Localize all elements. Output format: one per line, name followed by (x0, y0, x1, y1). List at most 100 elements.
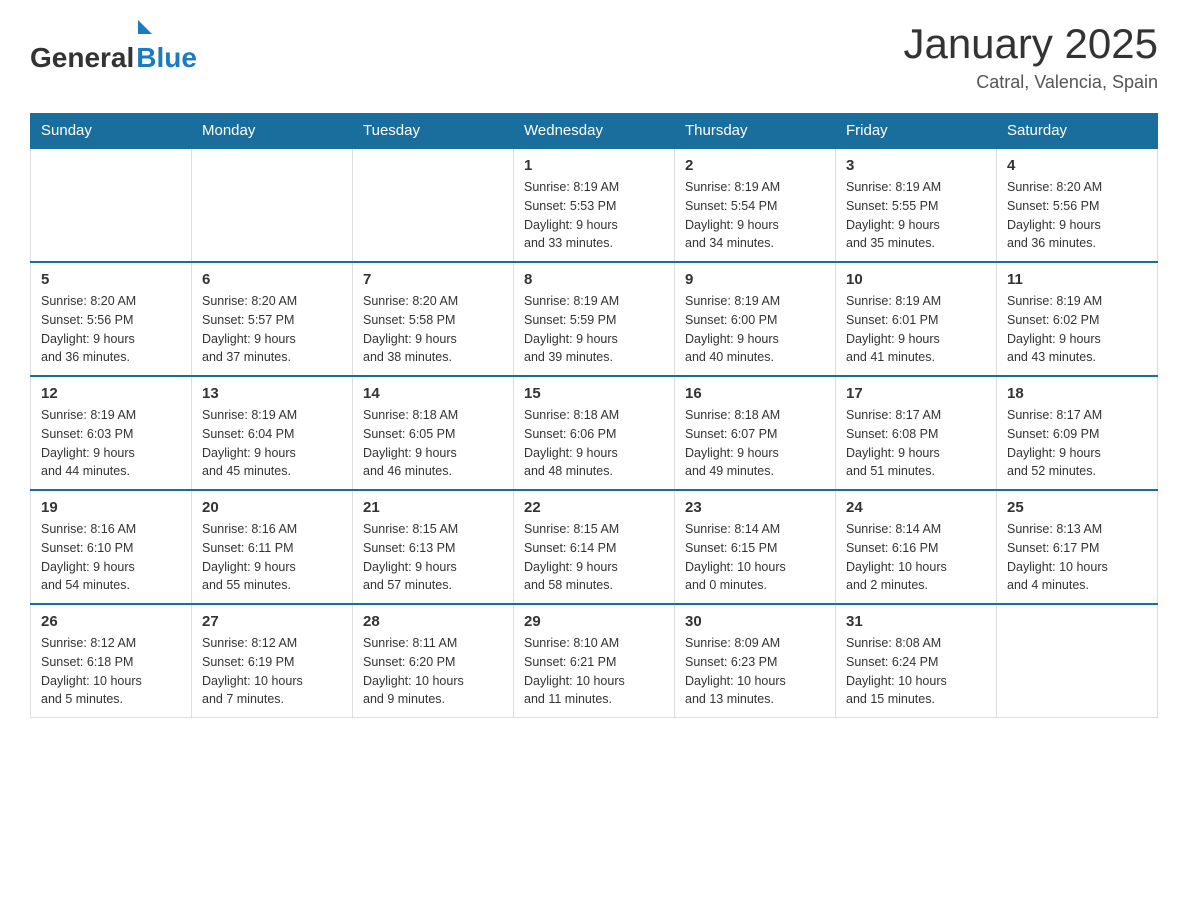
calendar-cell: 25Sunrise: 8:13 AM Sunset: 6:17 PM Dayli… (997, 490, 1158, 604)
day-info: Sunrise: 8:08 AM Sunset: 6:24 PM Dayligh… (846, 634, 986, 709)
day-info: Sunrise: 8:19 AM Sunset: 6:02 PM Dayligh… (1007, 292, 1147, 367)
day-info: Sunrise: 8:12 AM Sunset: 6:19 PM Dayligh… (202, 634, 342, 709)
calendar-cell: 1 Sunrise: 8:19 AM Sunset: 5:53 PM Daylig… (514, 148, 675, 262)
calendar-cell: 17Sunrise: 8:17 AM Sunset: 6:08 PM Dayli… (836, 376, 997, 490)
calendar-cell: 11 Sunrise: 8:19 AM Sunset: 6:02 PM Dayli… (997, 262, 1158, 376)
day-info: Sunrise: 8:18 AM Sunset: 6:06 PM Dayligh… (524, 406, 664, 481)
calendar-cell: 24 Sunrise: 8:14 AM Sunset: 6:16 PM Dayli… (836, 490, 997, 604)
day-number: 19 (41, 499, 181, 516)
weekday-header-sunday: Sunday (31, 114, 192, 149)
calendar-cell: 22Sunrise: 8:15 AM Sunset: 6:14 PM Dayli… (514, 490, 675, 604)
day-info: Sunrise: 8:15 AM Sunset: 6:13 PM Dayligh… (363, 520, 503, 595)
day-number: 3 (846, 157, 986, 174)
weekday-header-tuesday: Tuesday (353, 114, 514, 149)
calendar-cell (192, 148, 353, 262)
calendar-cell: 6Sunrise: 8:20 AM Sunset: 5:57 PM Daylig… (192, 262, 353, 376)
calendar-cell (997, 604, 1158, 718)
day-info: Sunrise: 8:15 AM Sunset: 6:14 PM Dayligh… (524, 520, 664, 595)
day-info: Sunrise: 8:12 AM Sunset: 6:18 PM Dayligh… (41, 634, 181, 709)
calendar-cell: 2 Sunrise: 8:19 AM Sunset: 5:54 PM Daylig… (675, 148, 836, 262)
calendar-cell: 5Sunrise: 8:20 AM Sunset: 5:56 PM Daylig… (31, 262, 192, 376)
day-info: Sunrise: 8:16 AM Sunset: 6:10 PM Dayligh… (41, 520, 181, 595)
day-info: Sunrise: 8:20 AM Sunset: 5:56 PM Dayligh… (41, 292, 181, 367)
calendar-cell: 19 Sunrise: 8:16 AM Sunset: 6:10 PM Dayli… (31, 490, 192, 604)
weekday-header-friday: Friday (836, 114, 997, 149)
day-info: Sunrise: 8:19 AM Sunset: 5:54 PM Dayligh… (685, 178, 825, 253)
day-number: 18 (1007, 385, 1147, 402)
day-number: 13 (202, 385, 342, 402)
calendar-cell: 28 Sunrise: 8:11 AM Sunset: 6:20 PM Dayli… (353, 604, 514, 718)
day-number: 27 (202, 613, 342, 630)
calendar-cell: 20 Sunrise: 8:16 AM Sunset: 6:11 PM Dayli… (192, 490, 353, 604)
day-number: 15 (524, 385, 664, 402)
weekday-header-thursday: Thursday (675, 114, 836, 149)
day-number: 21 (363, 499, 503, 516)
calendar-table: SundayMondayTuesdayWednesdayThursdayFrid… (30, 113, 1158, 718)
calendar-cell: 13 Sunrise: 8:19 AM Sunset: 6:04 PM Dayli… (192, 376, 353, 490)
calendar-cell: 10 Sunrise: 8:19 AM Sunset: 6:01 PM Dayli… (836, 262, 997, 376)
calendar-cell: 12Sunrise: 8:19 AM Sunset: 6:03 PM Dayli… (31, 376, 192, 490)
calendar-cell: 23Sunrise: 8:14 AM Sunset: 6:15 PM Dayli… (675, 490, 836, 604)
day-number: 29 (524, 613, 664, 630)
calendar-cell: 21 Sunrise: 8:15 AM Sunset: 6:13 PM Dayli… (353, 490, 514, 604)
calendar-week-row: 26 Sunrise: 8:12 AM Sunset: 6:18 PM Dayli… (31, 604, 1158, 718)
calendar-week-row: 19 Sunrise: 8:16 AM Sunset: 6:10 PM Dayli… (31, 490, 1158, 604)
day-info: Sunrise: 8:16 AM Sunset: 6:11 PM Dayligh… (202, 520, 342, 595)
calendar-cell: 9 Sunrise: 8:19 AM Sunset: 6:00 PM Daylig… (675, 262, 836, 376)
calendar-week-row: 12Sunrise: 8:19 AM Sunset: 6:03 PM Dayli… (31, 376, 1158, 490)
day-number: 14 (363, 385, 503, 402)
calendar-cell: 4 Sunrise: 8:20 AM Sunset: 5:56 PM Daylig… (997, 148, 1158, 262)
calendar-week-row: 1 Sunrise: 8:19 AM Sunset: 5:53 PM Daylig… (31, 148, 1158, 262)
day-number: 12 (41, 385, 181, 402)
day-number: 20 (202, 499, 342, 516)
calendar-cell: 16Sunrise: 8:18 AM Sunset: 6:07 PM Dayli… (675, 376, 836, 490)
day-info: Sunrise: 8:20 AM Sunset: 5:58 PM Dayligh… (363, 292, 503, 367)
calendar-subtitle: Catral, Valencia, Spain (903, 72, 1158, 93)
day-number: 10 (846, 271, 986, 288)
day-number: 9 (685, 271, 825, 288)
calendar-cell (353, 148, 514, 262)
weekday-header-monday: Monday (192, 114, 353, 149)
page-header: General Blue January 2025 Catral, Valenc… (30, 20, 1158, 93)
day-info: Sunrise: 8:09 AM Sunset: 6:23 PM Dayligh… (685, 634, 825, 709)
day-number: 16 (685, 385, 825, 402)
calendar-cell: 27 Sunrise: 8:12 AM Sunset: 6:19 PM Dayli… (192, 604, 353, 718)
calendar-cell: 18 Sunrise: 8:17 AM Sunset: 6:09 PM Dayli… (997, 376, 1158, 490)
day-number: 7 (363, 271, 503, 288)
day-info: Sunrise: 8:20 AM Sunset: 5:56 PM Dayligh… (1007, 178, 1147, 253)
day-number: 6 (202, 271, 342, 288)
calendar-title: January 2025 (903, 20, 1158, 68)
day-number: 28 (363, 613, 503, 630)
day-number: 23 (685, 499, 825, 516)
day-info: Sunrise: 8:10 AM Sunset: 6:21 PM Dayligh… (524, 634, 664, 709)
day-info: Sunrise: 8:19 AM Sunset: 5:53 PM Dayligh… (524, 178, 664, 253)
day-number: 2 (685, 157, 825, 174)
day-number: 17 (846, 385, 986, 402)
calendar-cell: 30Sunrise: 8:09 AM Sunset: 6:23 PM Dayli… (675, 604, 836, 718)
calendar-week-row: 5Sunrise: 8:20 AM Sunset: 5:56 PM Daylig… (31, 262, 1158, 376)
calendar-cell: 14 Sunrise: 8:18 AM Sunset: 6:05 PM Dayli… (353, 376, 514, 490)
day-info: Sunrise: 8:19 AM Sunset: 6:04 PM Dayligh… (202, 406, 342, 481)
day-info: Sunrise: 8:17 AM Sunset: 6:09 PM Dayligh… (1007, 406, 1147, 481)
day-number: 1 (524, 157, 664, 174)
title-block: January 2025 Catral, Valencia, Spain (903, 20, 1158, 93)
day-info: Sunrise: 8:13 AM Sunset: 6:17 PM Dayligh… (1007, 520, 1147, 595)
day-info: Sunrise: 8:14 AM Sunset: 6:16 PM Dayligh… (846, 520, 986, 595)
day-info: Sunrise: 8:11 AM Sunset: 6:20 PM Dayligh… (363, 634, 503, 709)
logo-blue-text: Blue (136, 42, 197, 74)
weekday-header-saturday: Saturday (997, 114, 1158, 149)
weekday-header-row: SundayMondayTuesdayWednesdayThursdayFrid… (31, 114, 1158, 149)
day-info: Sunrise: 8:19 AM Sunset: 5:59 PM Dayligh… (524, 292, 664, 367)
calendar-cell: 8Sunrise: 8:19 AM Sunset: 5:59 PM Daylig… (514, 262, 675, 376)
day-info: Sunrise: 8:18 AM Sunset: 6:05 PM Dayligh… (363, 406, 503, 481)
day-info: Sunrise: 8:19 AM Sunset: 6:01 PM Dayligh… (846, 292, 986, 367)
day-number: 26 (41, 613, 181, 630)
day-info: Sunrise: 8:19 AM Sunset: 6:00 PM Dayligh… (685, 292, 825, 367)
calendar-cell: 26 Sunrise: 8:12 AM Sunset: 6:18 PM Dayli… (31, 604, 192, 718)
day-number: 31 (846, 613, 986, 630)
day-number: 4 (1007, 157, 1147, 174)
logo-triangle-icon (138, 20, 152, 34)
day-number: 11 (1007, 271, 1147, 288)
calendar-cell: 15 Sunrise: 8:18 AM Sunset: 6:06 PM Dayli… (514, 376, 675, 490)
day-number: 24 (846, 499, 986, 516)
